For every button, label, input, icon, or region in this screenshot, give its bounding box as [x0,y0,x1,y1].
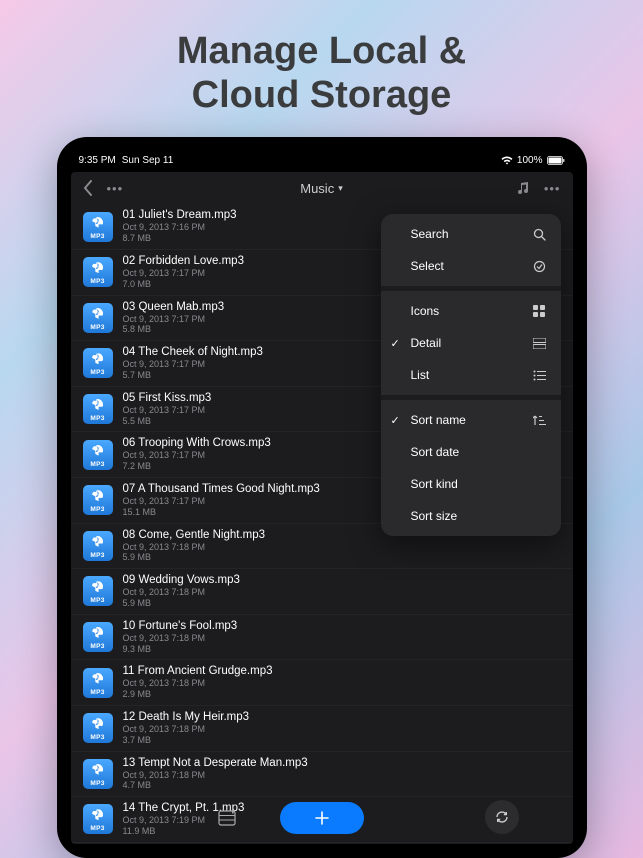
mp3-file-icon: ♪ MP3 [83,622,113,652]
menu-sort-size[interactable]: Sort size [381,500,561,532]
file-size: 5.9 MB [123,552,561,563]
folder-title: Music [300,181,334,196]
mp3-file-icon: ♪ MP3 [83,212,113,242]
tablet-frame: 9:35 PM Sun Sep 11 100% ••• Music ▾ [57,137,587,858]
sort-asc-icon [533,415,547,426]
file-date: Oct 9, 2013 7:18 PM [123,587,561,598]
mp3-file-icon: ♪ MP3 [83,668,113,698]
file-name: 12 Death Is My Heir.mp3 [123,711,561,723]
folder-title-dropdown[interactable]: Music ▾ [300,181,342,196]
mp3-file-icon: ♪ MP3 [83,531,113,561]
back-button[interactable] [83,180,93,196]
file-date: Oct 9, 2013 7:18 PM [123,678,561,689]
context-menu: Search Select Icons [381,214,561,536]
menu-view-list[interactable]: List [381,359,561,391]
file-size: 5.9 MB [123,598,561,609]
file-info: 10 Fortune's Fool.mp3 Oct 9, 2013 7:18 P… [123,620,561,655]
nav-bar: ••• Music ▾ ••• [71,172,573,204]
file-row[interactable]: ♪ MP3 13 Tempt Not a Desperate Man.mp3 O… [71,752,573,798]
file-name: 11 From Ancient Grudge.mp3 [123,665,561,677]
mp3-file-icon: ♪ MP3 [83,485,113,515]
file-name: 09 Wedding Vows.mp3 [123,574,561,586]
menu-sort-name[interactable]: ✓ Sort name [381,404,561,436]
chevron-down-icon: ▾ [338,183,343,194]
menu-view-detail[interactable]: ✓ Detail [381,327,561,359]
sync-button[interactable] [485,800,519,834]
promo-title: Manage Local & Cloud Storage [177,30,466,117]
file-info: 12 Death Is My Heir.mp3 Oct 9, 2013 7:18… [123,711,561,746]
file-info: 13 Tempt Not a Desperate Man.mp3 Oct 9, … [123,757,561,792]
overflow-icon[interactable]: ••• [544,181,561,196]
menu-search[interactable]: Search [381,218,561,250]
mp3-file-icon: ♪ MP3 [83,804,113,834]
check-icon: ✓ [391,414,400,427]
status-time: 9:35 PM [79,155,116,166]
status-bar: 9:35 PM Sun Sep 11 100% [71,151,573,172]
file-row[interactable]: ♪ MP3 09 Wedding Vows.mp3 Oct 9, 2013 7:… [71,569,573,615]
music-icon[interactable] [516,181,530,195]
file-size: 4.7 MB [123,780,561,791]
status-left: 9:35 PM Sun Sep 11 [79,155,174,166]
list-icon [533,370,547,381]
mp3-file-icon: ♪ MP3 [83,759,113,789]
view-toggle-button[interactable] [213,806,241,830]
file-info: 11 From Ancient Grudge.mp3 Oct 9, 2013 7… [123,665,561,700]
file-size: 2.9 MB [123,689,561,700]
file-info: 09 Wedding Vows.mp3 Oct 9, 2013 7:18 PM … [123,574,561,609]
battery-percent: 100% [517,155,543,166]
screen: ••• Music ▾ ••• ♪ MP3 01 Juliet's Dream.… [71,172,573,844]
file-row[interactable]: ♪ MP3 11 From Ancient Grudge.mp3 Oct 9, … [71,660,573,706]
file-row[interactable]: ♪ MP3 15 The Crypt, Pt. 2.mp3 Oct 9, 201… [71,843,573,844]
wifi-icon [501,156,513,165]
file-date: Oct 9, 2013 7:18 PM [123,542,561,553]
file-date: Oct 9, 2013 7:18 PM [123,770,561,781]
mp3-file-icon: ♪ MP3 [83,440,113,470]
mp3-file-icon: ♪ MP3 [83,303,113,333]
status-date: Sun Sep 11 [122,155,174,166]
menu-sort-kind[interactable]: Sort kind [381,468,561,500]
check-icon: ✓ [391,337,400,350]
menu-view-icons[interactable]: Icons [381,295,561,327]
file-name: 13 Tempt Not a Desperate Man.mp3 [123,757,561,769]
mp3-file-icon: ♪ MP3 [83,576,113,606]
mp3-file-icon: ♪ MP3 [83,394,113,424]
select-icon [533,260,547,273]
file-size: 3.7 MB [123,735,561,746]
mp3-file-icon: ♪ MP3 [83,348,113,378]
file-row[interactable]: ♪ MP3 12 Death Is My Heir.mp3 Oct 9, 201… [71,706,573,752]
search-icon [533,228,547,241]
battery-icon [547,156,565,165]
menu-sort-date[interactable]: Sort date [381,436,561,468]
promo-line2: Cloud Storage [177,74,466,118]
file-row[interactable]: ♪ MP3 10 Fortune's Fool.mp3 Oct 9, 2013 … [71,615,573,661]
mp3-file-icon: ♪ MP3 [83,257,113,287]
file-date: Oct 9, 2013 7:18 PM [123,724,561,735]
grid-icon [533,305,547,317]
promo-line1: Manage Local & [177,30,466,74]
more-icon[interactable]: ••• [107,181,124,196]
file-name: 10 Fortune's Fool.mp3 [123,620,561,632]
mp3-file-icon: ♪ MP3 [83,713,113,743]
detail-icon [533,338,547,349]
status-right: 100% [501,155,565,166]
file-date: Oct 9, 2013 7:18 PM [123,633,561,644]
file-size: 9.3 MB [123,644,561,655]
menu-select[interactable]: Select [381,250,561,282]
